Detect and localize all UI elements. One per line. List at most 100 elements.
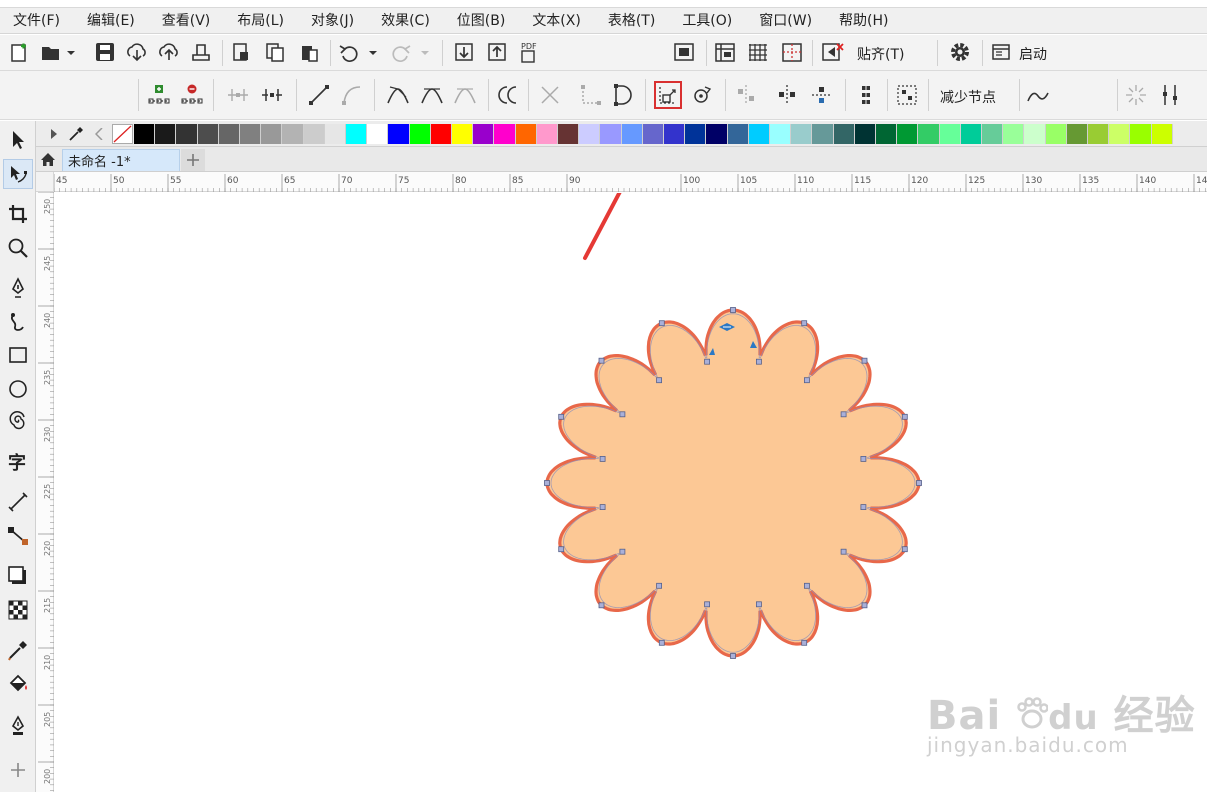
path-node[interactable] (840, 411, 847, 418)
path-node[interactable] (658, 639, 665, 646)
add-node-button[interactable] (145, 81, 173, 109)
snap-dropdown[interactable]: 贴齐(T) (857, 44, 904, 64)
import-file-button[interactable] (451, 39, 477, 65)
rotate-nodes-button[interactable] (688, 81, 716, 109)
color-swatch[interactable] (579, 124, 601, 144)
path-node[interactable] (860, 455, 867, 462)
color-swatch[interactable] (282, 124, 304, 144)
color-swatch[interactable] (1130, 124, 1152, 144)
menu-help[interactable]: 帮助(H) (825, 8, 901, 34)
menu-effects[interactable]: 效果(C) (367, 8, 443, 34)
break-curve-button[interactable] (258, 81, 286, 109)
color-swatch[interactable] (685, 124, 707, 144)
color-swatch[interactable] (515, 124, 537, 144)
path-node[interactable] (658, 320, 665, 327)
path-node[interactable] (804, 582, 810, 589)
pick-tool[interactable] (3, 125, 33, 155)
color-swatch[interactable] (600, 124, 622, 144)
extend-curve-button[interactable] (577, 81, 605, 109)
color-swatch[interactable] (155, 124, 177, 144)
color-swatch[interactable] (1088, 124, 1110, 144)
publish-pdf-button[interactable]: PDF (516, 39, 546, 65)
full-screen-button[interactable] (670, 39, 698, 65)
color-swatch[interactable] (960, 124, 982, 144)
color-swatch[interactable] (791, 124, 813, 144)
color-swatch[interactable] (812, 124, 834, 144)
color-swatch[interactable] (770, 124, 792, 144)
color-swatch[interactable] (388, 124, 410, 144)
show-rulers-button[interactable] (710, 39, 740, 65)
undo-button[interactable] (336, 39, 380, 65)
color-swatch[interactable] (833, 124, 855, 144)
color-swatch[interactable] (218, 124, 240, 144)
color-swatch[interactable] (176, 124, 198, 144)
color-swatch[interactable] (918, 124, 940, 144)
delete-node-button[interactable] (178, 81, 206, 109)
color-swatch[interactable] (303, 124, 325, 144)
drop-shadow-tool[interactable] (3, 561, 33, 591)
save-button[interactable] (92, 39, 118, 65)
menu-object[interactable]: 对象(J) (297, 8, 367, 34)
add-tool-button[interactable] (3, 755, 33, 785)
path-node[interactable] (704, 358, 710, 365)
path-node[interactable] (656, 377, 662, 384)
crop-tool[interactable] (3, 199, 33, 229)
path-node[interactable] (619, 548, 626, 555)
color-swatch[interactable] (452, 124, 474, 144)
vertical-ruler[interactable]: 250 245 240 235 230 225 220 215 210 205 200 (36, 191, 54, 792)
path-node[interactable] (599, 455, 606, 462)
extract-subpath-button[interactable] (536, 81, 564, 109)
path-node[interactable] (730, 653, 736, 659)
show-guidelines-button[interactable] (777, 39, 807, 65)
color-swatch[interactable] (727, 124, 749, 144)
menu-table[interactable]: 表格(T) (594, 8, 668, 34)
color-swatch[interactable] (409, 124, 431, 144)
new-document-button[interactable] (6, 39, 32, 65)
open-button[interactable] (38, 39, 78, 65)
color-swatch[interactable] (876, 124, 898, 144)
path-node[interactable] (840, 548, 847, 555)
color-swatch[interactable] (558, 124, 580, 144)
interactive-fill-tool[interactable] (3, 669, 33, 699)
color-swatch[interactable] (494, 124, 516, 144)
vertical-reflect-button[interactable] (808, 81, 836, 109)
path-node[interactable] (901, 413, 908, 420)
menu-layout[interactable]: 布局(L) (223, 8, 297, 34)
palette-scroll-left-icon[interactable] (95, 128, 103, 140)
color-swatch[interactable] (324, 124, 346, 144)
smart-fill-tool[interactable] (3, 711, 33, 741)
color-swatch[interactable] (748, 124, 770, 144)
connector-tool[interactable] (3, 521, 33, 551)
path-node[interactable] (599, 504, 606, 511)
to-curve-button[interactable] (338, 81, 366, 109)
smooth-node-button[interactable] (418, 81, 446, 109)
menu-text[interactable]: 文本(X) (518, 8, 594, 34)
path-node[interactable] (801, 639, 808, 646)
color-swatch[interactable] (621, 124, 643, 144)
horizontal-reflect-button[interactable] (773, 81, 801, 109)
drawing-canvas[interactable]: Bai du 经验 jingyan.baidu.com (55, 193, 1207, 792)
copy-properties-button[interactable] (262, 39, 288, 65)
path-node[interactable] (704, 601, 710, 608)
reduce-nodes-button[interactable]: 减少节点 (940, 87, 996, 107)
cloud-upload-button[interactable] (156, 39, 182, 65)
color-swatch[interactable] (1066, 124, 1088, 144)
color-swatch[interactable] (939, 124, 961, 144)
join-nodes-button[interactable] (224, 81, 252, 109)
color-swatch[interactable] (430, 124, 452, 144)
dimension-tool[interactable] (3, 487, 33, 517)
show-grid-button[interactable] (743, 39, 773, 65)
text-tool[interactable]: 字 (3, 447, 33, 477)
reverse-direction-button[interactable] (495, 81, 523, 109)
color-swatch[interactable] (1109, 124, 1131, 144)
color-swatch[interactable] (664, 124, 686, 144)
launch-dropdown[interactable]: 启动 (1019, 44, 1047, 64)
path-node[interactable] (558, 546, 565, 553)
color-swatch[interactable] (1003, 124, 1025, 144)
path-node[interactable] (861, 602, 868, 609)
launch-app-button[interactable] (988, 39, 1014, 65)
shape-tool[interactable] (3, 159, 33, 189)
zoom-tool[interactable] (3, 233, 33, 263)
menu-edit[interactable]: 编辑(E) (73, 8, 148, 34)
palette-scroll-right-icon[interactable] (50, 129, 58, 139)
